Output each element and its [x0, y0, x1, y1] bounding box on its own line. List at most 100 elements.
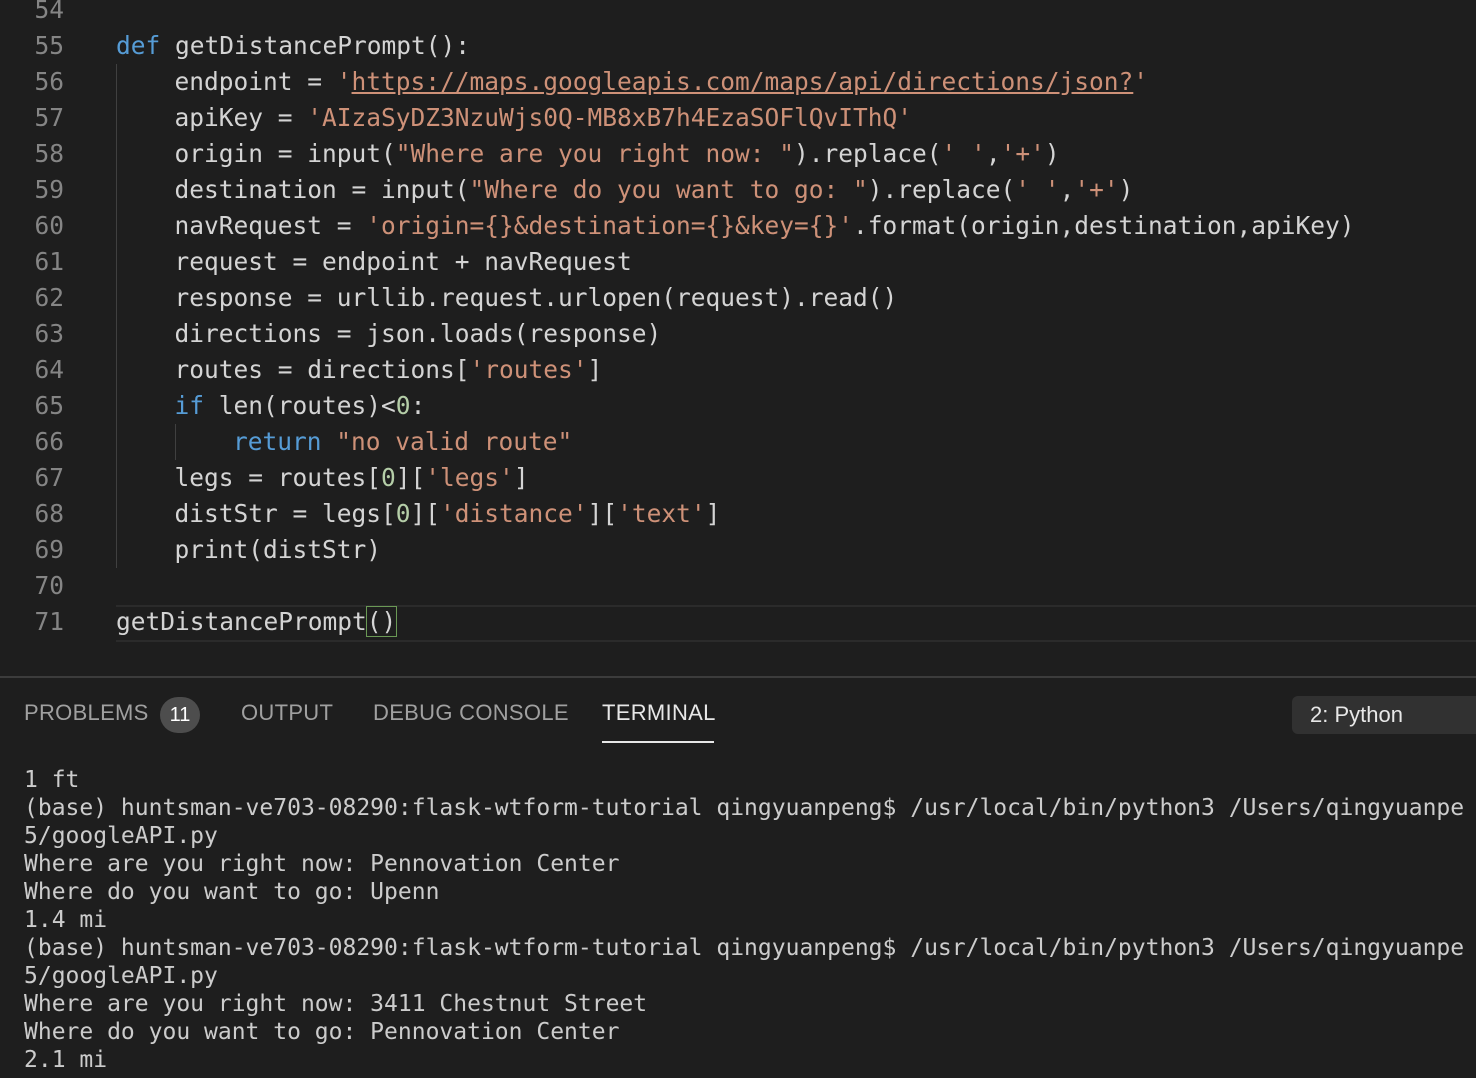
code-line[interactable]: 69 print(distStr) — [0, 532, 1476, 568]
code-token: ] — [513, 463, 529, 492]
code-text: response = urllib.request.urlopen(reques… — [175, 280, 898, 316]
code-line[interactable]: 71 getDistancePrompt() — [0, 604, 1476, 640]
code-token: getDistancePrompt — [116, 607, 367, 636]
line-number: 71 — [34, 607, 64, 636]
terminal-output[interactable]: 1 ft (base) huntsman-ve703-08290:flask-wt… — [24, 766, 1476, 1074]
code-token: ) — [1044, 139, 1060, 168]
code-text: distStr = legs[0]['distance']['text'] — [175, 496, 721, 532]
terminal-selector[interactable]: 2: Python — [1292, 696, 1476, 734]
code-line[interactable]: 67 legs = routes[0]['legs'] — [0, 460, 1476, 496]
line-number: 62 — [34, 283, 64, 312]
code-token: distStr = legs[ — [174, 499, 396, 528]
line-number: 55 — [34, 31, 64, 60]
code-token: '+' — [1074, 175, 1119, 204]
code-token: navRequest = — [174, 211, 367, 240]
active-tab-indicator — [602, 741, 714, 743]
code-line[interactable]: 63 directions = json.loads(response) — [0, 316, 1476, 352]
code-text: origin = input("Where are you right now:… — [175, 136, 1060, 172]
code-token: 'AIzaSyDZ3NzuWjs0Q-MB8xB7h4EzaSOFlQvIThQ… — [307, 103, 913, 132]
code-token: if — [174, 391, 205, 420]
terminal-line: 5/googleAPI.py — [24, 963, 218, 989]
code-token: ' — [1133, 67, 1149, 96]
code-text: endpoint = 'https://maps.googleapis.com/… — [175, 64, 1149, 100]
tab-terminal[interactable]: TERMINAL — [602, 700, 716, 726]
code-line[interactable]: 66 return "no valid route" — [0, 424, 1476, 460]
code-token: ] — [705, 499, 721, 528]
code-token: , — [1059, 175, 1075, 204]
code-text: directions = json.loads(response) — [175, 316, 662, 352]
code-token: response = urllib.request.urlopen(reques… — [174, 283, 898, 312]
terminal-line: 1 ft — [24, 767, 80, 793]
code-token: directions = json.loads(response) — [174, 319, 662, 348]
code-line[interactable]: 60 navRequest = 'origin={}&destination={}… — [0, 208, 1476, 244]
terminal-line: 1.4 mi — [24, 907, 108, 933]
code-token: "Where do you want to go: " — [469, 175, 868, 204]
code-token: 0 — [395, 391, 411, 420]
panel-tabs: PROBLEMS 11 OUTPUT DEBUG CONSOLE TERMINA… — [0, 678, 1476, 748]
code-token: 'text' — [617, 499, 706, 528]
code-text: routes = directions['routes'] — [175, 352, 603, 388]
code-text: if len(routes)<0: — [175, 388, 426, 424]
code-line[interactable]: 59 destination = input("Where do you want… — [0, 172, 1476, 208]
code-line[interactable]: 62 response = urllib.request.urlopen(requ… — [0, 280, 1476, 316]
code-token: getDistancePrompt(): — [175, 31, 471, 60]
line-number: 68 — [34, 499, 64, 528]
code-token: ][ — [395, 463, 426, 492]
line-number: 64 — [34, 355, 64, 384]
code-text: apiKey = 'AIzaSyDZ3NzuWjs0Q-MB8xB7h4EzaS… — [175, 100, 913, 136]
code-line[interactable]: 58 origin = input("Where are you right no… — [0, 136, 1476, 172]
code-line[interactable]: 57 apiKey = 'AIzaSyDZ3NzuWjs0Q-MB8xB7h4Ez… — [0, 100, 1476, 136]
code-token: 'origin={}&destination={}&key={}' — [366, 211, 854, 240]
tab-problems[interactable]: PROBLEMS — [24, 700, 149, 726]
code-text: destination = input("Where do you want t… — [175, 172, 1134, 208]
code-line[interactable]: 68 distStr = legs[0]['distance']['text'] — [0, 496, 1476, 532]
terminal-line: Where are you right now: Pennovation Cen… — [24, 851, 620, 877]
code-line[interactable]: 64 routes = directions['routes'] — [0, 352, 1476, 388]
line-number: 69 — [34, 535, 64, 564]
code-line[interactable]: 70 — [0, 568, 1476, 604]
line-number: 60 — [34, 211, 64, 240]
code-token: routes = directions[ — [174, 355, 470, 384]
line-number: 56 — [34, 67, 64, 96]
terminal-line: 2.1 mi — [24, 1047, 108, 1073]
tab-output[interactable]: OUTPUT — [241, 700, 333, 726]
code-editor[interactable]: 54 55 def getDistancePrompt(): 56 endpoint =… — [0, 0, 1476, 676]
code-token: ][ — [410, 499, 441, 528]
code-token: return — [233, 427, 322, 456]
code-token: ' — [336, 67, 352, 96]
code-token: ' ' — [1015, 175, 1060, 204]
terminal-line: (base) huntsman-ve703-08290:flask-wtform… — [24, 935, 1465, 961]
code-token: 'distance' — [440, 499, 588, 528]
code-token: request = endpoint + navRequest — [174, 247, 632, 276]
code-text: legs = routes[0]['legs'] — [175, 460, 529, 496]
code-token: ).replace( — [794, 139, 942, 168]
code-line[interactable]: 65 if len(routes)<0: — [0, 388, 1476, 424]
terminal-line: 5/googleAPI.py — [24, 823, 218, 849]
code-token: "no valid route" — [336, 427, 573, 456]
line-number: 57 — [34, 103, 64, 132]
code-token: "Where are you right now: " — [395, 139, 795, 168]
code-text: request = endpoint + navRequest — [175, 244, 632, 280]
code-token: : — [410, 391, 426, 420]
tab-debug-console[interactable]: DEBUG CONSOLE — [373, 700, 569, 726]
code-text: return "no valid route" — [233, 424, 572, 460]
line-number: 63 — [34, 319, 64, 348]
code-line[interactable]: 55 def getDistancePrompt(): — [0, 28, 1476, 64]
code-token: 0 — [381, 463, 396, 492]
line-number: 54 — [34, 0, 64, 24]
code-token: .format(origin,destination,apiKey) — [853, 211, 1355, 240]
code-line[interactable]: 61 request = endpoint + navRequest — [0, 244, 1476, 280]
code-token: destination = input( — [174, 175, 470, 204]
code-line[interactable]: 54 — [0, 0, 1476, 28]
code-token: def — [116, 31, 161, 60]
problems-count-badge: 11 — [160, 697, 200, 733]
code-line[interactable]: 56 endpoint = 'https://maps.googleapis.co… — [0, 64, 1476, 100]
line-number: 65 — [34, 391, 64, 420]
code-token: len(routes)< — [218, 391, 396, 420]
bottom-panel: PROBLEMS 11 OUTPUT DEBUG CONSOLE TERMINA… — [0, 676, 1476, 1078]
code-token: apiKey = — [174, 103, 308, 132]
code-token: 'legs' — [425, 463, 514, 492]
line-number: 67 — [34, 463, 64, 492]
code-text: def getDistancePrompt(): — [116, 28, 470, 64]
terminal-line: Where are you right now: 3411 Chestnut S… — [24, 991, 648, 1017]
